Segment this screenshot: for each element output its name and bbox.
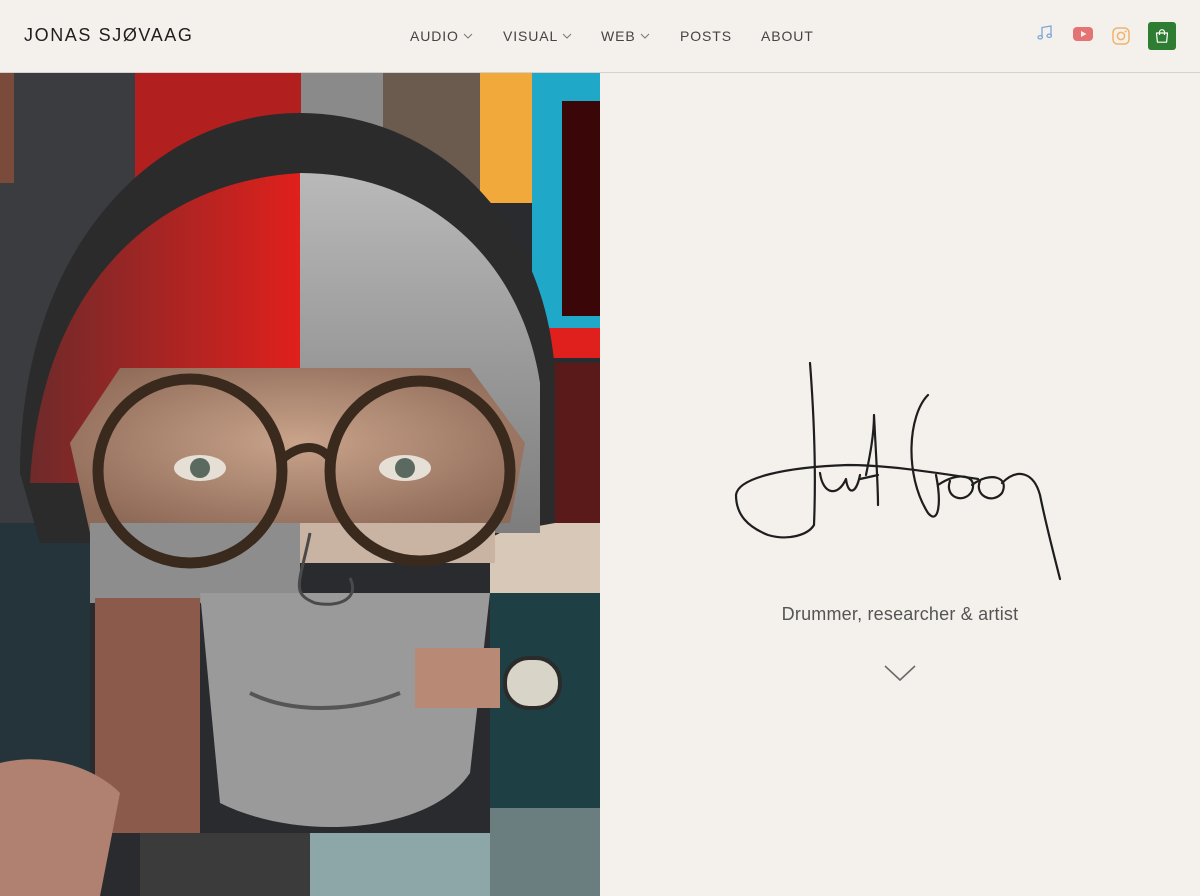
- chevron-down-icon: [463, 33, 473, 39]
- youtube-icon: [1073, 27, 1093, 41]
- chevron-down-icon: [562, 33, 572, 39]
- hero-portrait: [0, 73, 600, 896]
- signature-image: [734, 361, 1062, 581]
- portrait-collage-image: [0, 73, 600, 896]
- shopping-bag-icon: [1155, 29, 1169, 43]
- instagram-link[interactable]: [1112, 27, 1130, 45]
- nav-item-visual[interactable]: VISUAL: [503, 28, 572, 44]
- chevron-down-icon[interactable]: [884, 664, 916, 682]
- youtube-link[interactable]: [1073, 27, 1093, 41]
- music-link[interactable]: [1036, 24, 1054, 42]
- nav-item-about[interactable]: ABOUT: [761, 28, 814, 44]
- shop-button[interactable]: [1148, 22, 1176, 50]
- nav-item-label: ABOUT: [761, 28, 814, 44]
- site-header: JONAS SJØVAAG AUDIO VISUAL WEB POSTS ABO…: [0, 0, 1200, 73]
- nav-item-web[interactable]: WEB: [601, 28, 650, 44]
- site-brand[interactable]: JONAS SJØVAAG: [24, 25, 194, 46]
- nav-item-label: AUDIO: [410, 28, 459, 44]
- nav-item-label: VISUAL: [503, 28, 559, 44]
- hero-intro: Drummer, researcher & artist: [600, 73, 1200, 896]
- music-note-icon: [1037, 25, 1053, 40]
- nav-item-audio[interactable]: AUDIO: [410, 28, 473, 44]
- instagram-icon: [1112, 27, 1130, 45]
- nav-item-posts[interactable]: POSTS: [680, 28, 732, 44]
- tagline: Drummer, researcher & artist: [781, 604, 1019, 624]
- chevron-down-icon: [640, 33, 649, 39]
- nav-item-label: WEB: [601, 28, 636, 44]
- nav-item-label: POSTS: [680, 28, 732, 44]
